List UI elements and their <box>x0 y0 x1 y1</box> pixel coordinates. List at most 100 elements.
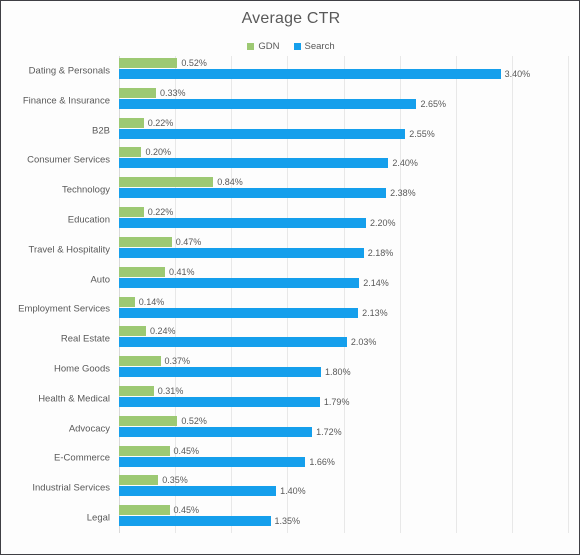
gdn-bar[interactable] <box>119 236 172 247</box>
search-bar[interactable] <box>119 98 417 109</box>
gdn-bar-group: 0.24% <box>119 326 176 337</box>
search-bar[interactable] <box>119 69 501 79</box>
gdn-bar[interactable] <box>119 177 214 188</box>
bar-row: Finance & Insurance 0.33% 2.65% <box>23 86 568 116</box>
search-bar[interactable] <box>119 218 366 229</box>
category-label: Employment Services <box>18 303 110 315</box>
search-bar[interactable] <box>119 277 360 288</box>
search-bar-value-label: 1.66% <box>309 456 335 467</box>
category-label: E-Commerce <box>54 452 110 464</box>
gdn-bar-value-label: 0.35% <box>162 475 188 486</box>
search-bar[interactable] <box>119 247 364 258</box>
gdn-bar-value-label: 0.41% <box>169 266 195 277</box>
bar-row: Education 0.22% 2.20% <box>68 205 568 235</box>
search-bar-value-label: 2.20% <box>369 218 396 229</box>
search-bar[interactable] <box>119 128 406 139</box>
gdn-bar[interactable] <box>119 296 135 307</box>
gdn-bar-value-label: 0.14% <box>138 296 165 307</box>
category-label: Real Estate <box>60 333 110 345</box>
bar-row: Advocacy 0.52% 1.72% <box>69 414 568 444</box>
search-bar-group: 2.20% <box>119 218 396 229</box>
gdn-bar[interactable] <box>119 385 154 396</box>
legend-item-label: Search <box>304 41 335 52</box>
bar-row: Dating & Personals 0.52% 3.40% <box>29 56 568 86</box>
bar-row: Legal 0.45% 1.35% <box>87 503 568 533</box>
bar-row: E-Commerce 0.45% 1.66% <box>54 444 568 474</box>
bar-row: Industrial Services 0.35% 1.40% <box>32 473 568 503</box>
gdn-bar-group: 0.37% <box>119 356 190 367</box>
gdn-bar-group: 0.35% <box>119 475 188 486</box>
search-bar-group: 1.72% <box>119 426 342 437</box>
search-bar[interactable] <box>119 337 347 348</box>
search-bar-value-label: 2.14% <box>363 277 389 288</box>
gdn-bar[interactable] <box>119 58 178 68</box>
search-bar-value-label: 2.03% <box>350 337 377 348</box>
gdn-bar-value-label: 0.52% <box>181 415 207 426</box>
search-bar[interactable] <box>119 426 313 437</box>
gdn-bar[interactable] <box>119 475 159 486</box>
search-bar[interactable] <box>119 516 271 527</box>
search-bar-value-label: 1.35% <box>274 516 301 527</box>
search-bar-value-label: 2.38% <box>390 188 416 199</box>
search-bar[interactable] <box>119 188 387 199</box>
chart-container: Average CTR GDN Search Dating & Personals… <box>0 0 580 555</box>
search-bar[interactable] <box>119 158 389 169</box>
gdn-bar-value-label: 0.31% <box>157 385 184 396</box>
gdn-bar-value-label: 0.52% <box>181 58 207 68</box>
gdn-bar[interactable] <box>119 356 161 367</box>
legend-swatch-icon <box>247 43 255 50</box>
gdn-bar[interactable] <box>119 326 146 337</box>
category-label: Health & Medical <box>38 393 110 405</box>
gdn-bar-value-label: 0.24% <box>149 326 176 337</box>
gdn-bar-value-label: 0.33% <box>160 87 186 98</box>
search-bar-value-label: 1.79% <box>323 396 350 407</box>
category-label: Education <box>67 214 110 226</box>
search-bar[interactable] <box>119 456 306 467</box>
search-bar-group: 2.13% <box>119 307 388 318</box>
gdn-bar[interactable] <box>119 87 157 98</box>
gdn-bar[interactable] <box>119 207 144 218</box>
category-label: Home Goods <box>54 363 110 375</box>
gdn-bar[interactable] <box>119 266 166 277</box>
bar-row: Travel & Hospitality 0.47% 2.18% <box>29 235 568 265</box>
gdn-bar-value-label: 0.45% <box>173 505 200 516</box>
gdn-bar[interactable] <box>119 415 178 426</box>
search-bar-value-label: 3.40% <box>504 69 531 79</box>
search-bar[interactable] <box>119 367 322 378</box>
gdn-bar[interactable] <box>119 147 142 158</box>
gdn-bar-group: 0.22% <box>119 117 173 128</box>
legend-item-gdn[interactable]: GDN <box>247 41 280 52</box>
gdn-bar-group: 0.47% <box>119 236 202 247</box>
category-label: Legal <box>86 512 110 524</box>
bar-row: Health & Medical 0.31% 1.79% <box>38 384 568 414</box>
search-bar[interactable] <box>119 307 359 318</box>
gdn-bar-group: 0.45% <box>119 445 199 456</box>
bar-row: Auto 0.41% 2.14% <box>90 265 568 295</box>
search-bar-value-label: 2.65% <box>420 98 446 109</box>
gdn-bar-group: 0.31% <box>119 385 184 396</box>
gdn-bar[interactable] <box>119 117 144 128</box>
chart-legend: GDN Search <box>1 41 579 52</box>
gdn-bar-group: 0.45% <box>119 505 200 516</box>
legend-item-search[interactable]: Search <box>293 41 335 52</box>
gdn-bar-group: 0.33% <box>119 87 186 98</box>
search-bar-group: 2.18% <box>119 247 394 258</box>
search-bar[interactable] <box>119 396 320 407</box>
category-label: Technology <box>61 184 110 196</box>
search-bar-value-label: 1.80% <box>325 367 351 378</box>
category-label: Finance & Insurance <box>22 95 110 107</box>
search-bar-group: 2.55% <box>119 128 435 139</box>
legend-item-label: GDN <box>258 41 280 52</box>
gdn-bar[interactable] <box>119 505 170 516</box>
search-bar-group: 3.40% <box>119 69 530 79</box>
search-bar-value-label: 2.18% <box>367 247 394 258</box>
gdn-bar-value-label: 0.84% <box>217 177 243 188</box>
bar-row: Home Goods 0.37% 1.80% <box>54 354 568 384</box>
search-bar[interactable] <box>119 486 277 497</box>
category-label: B2B <box>92 125 110 137</box>
chart-title: Average CTR <box>241 10 341 27</box>
plot-area: Dating & Personals 0.52% 3.40% Finance & In… <box>18 56 569 533</box>
gdn-bar-value-label: 0.47% <box>175 236 202 247</box>
search-bar-group: 2.14% <box>119 277 389 288</box>
gdn-bar[interactable] <box>119 445 170 456</box>
